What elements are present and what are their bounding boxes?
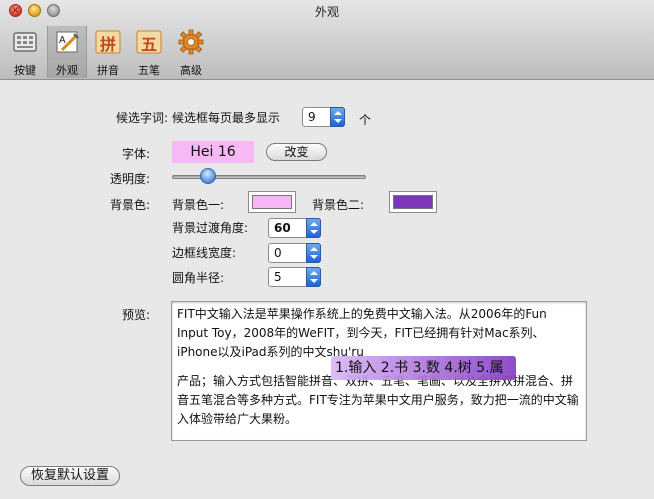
gear-icon [178,29,204,55]
toolbar-tab-wubi[interactable]: 五 五笔 [129,26,169,78]
window-title: 外观 [314,5,339,19]
transparency-label: 透明度: [109,172,150,186]
restore-defaults-button[interactable]: 恢复默认设置 [20,466,120,486]
wubi-glyph: 五 [140,35,157,54]
chevron-updown-icon [330,107,345,127]
toolbar-tab-appearance[interactable]: A 外观 [47,26,87,78]
candidates-unit: 个 [359,113,372,127]
svg-text:A: A [59,35,66,46]
background-color1-well[interactable] [248,191,296,213]
change-font-button[interactable]: 改变 [266,143,327,161]
background-color2-well[interactable] [389,191,437,213]
candidates-per-page-value: 9 [308,110,316,124]
background-color2-fill [393,195,433,209]
toolbar-tab-label: 外观 [56,64,78,77]
background-color1-fill [252,195,292,209]
preview-paragraph: FIT中文输入法是苹果操作系统上的免费中文输入法。从2006年的Fun Inpu… [177,307,547,359]
toolbar-tab-pinyin[interactable]: 拼 拼音 [88,26,128,78]
font-sample: Hei 16 [172,141,254,163]
pinyin-glyph: 拼 [99,35,116,54]
keyboard-icon [13,32,37,52]
preferences-window: × 外观 按键 A 外观 拼 拼音 五 五笔 高级 候选字词: 候选框每页最多显… [0,0,654,499]
chevron-updown-icon [306,267,321,287]
border-width-label: 边框线宽度: [172,246,237,260]
toolbar: × 外观 按键 A 外观 拼 拼音 五 五笔 高级 [0,0,654,80]
toolbar-tab-label: 五笔 [138,64,160,77]
toolbar-tab-label: 按键 [14,64,36,77]
corner-radius-select[interactable]: 5 [268,267,321,287]
corner-radius-label: 圆角半径: [172,271,225,285]
gradient-angle-label: 背景过渡角度: [172,221,249,235]
corner-radius-value: 5 [274,270,282,284]
preview-label: 预览: [121,308,150,322]
chevron-updown-icon [306,218,321,238]
toolbar-tab-advanced[interactable]: 高级 [171,26,211,78]
gradient-angle-select[interactable]: 60 [268,218,321,238]
candidates-per-page-select[interactable]: 9 [302,107,345,127]
toolbar-tab-label: 拼音 [97,64,119,77]
chevron-updown-icon [306,243,321,263]
border-width-select[interactable]: 0 [268,243,321,263]
background-color1-label: 背景色一: [172,198,225,212]
border-width-value: 0 [274,246,282,260]
appearance-icon: A [56,31,79,53]
toolbar-tab-label: 高级 [180,64,202,77]
preview-paragraph: 产品；输入方式包括智能拼音、双拼、五笔、笔画、以及全拼双拼混合、拼音五笔混合等多… [177,374,579,426]
candidate-window-preview: 1.输入 2.书 3.数 4.树 5.属 [331,356,516,380]
transparency-slider-knob[interactable] [200,168,217,184]
background-color2-label: 背景色二: [312,198,365,212]
background-color-label: 背景色: [109,198,150,212]
toolbar-tab-keys[interactable]: 按键 [5,26,45,78]
font-label: 字体: [121,147,150,161]
candidates-label: 候选字词: [115,111,168,125]
gradient-angle-value: 60 [274,221,291,235]
candidates-text: 候选框每页最多显示 [172,111,281,125]
